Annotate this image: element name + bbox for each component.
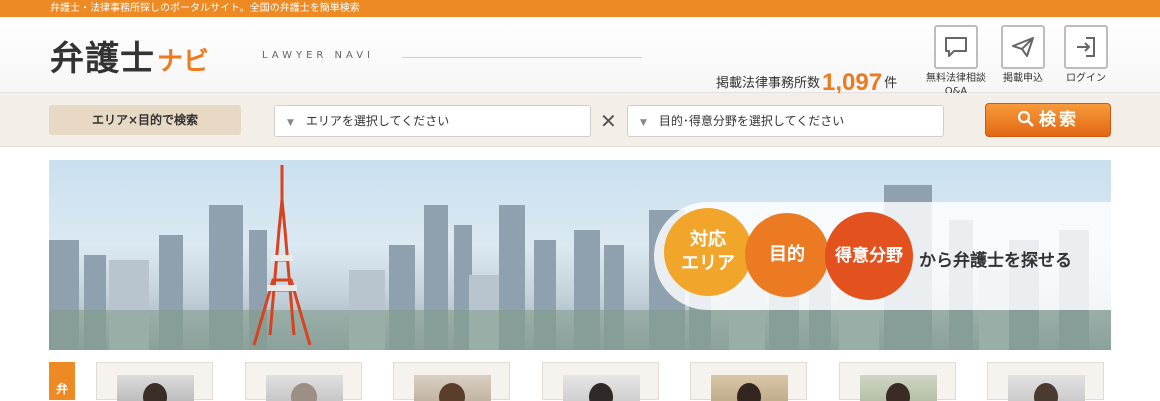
lawyer-card[interactable] (393, 362, 510, 401)
logo-accent-text: ナビ (157, 47, 210, 77)
count-prefix: 掲載法律事務所数 (716, 76, 821, 91)
lawyer-card[interactable] (839, 362, 956, 401)
listing-apply-button[interactable]: 掲載申込 (991, 25, 1055, 85)
circle-area: 対応 エリア (664, 208, 752, 296)
search-bar: エリア×目的で検索 ▼ エリアを選択してください ✕ ▼ 目的･得意分野を選択してく… (0, 93, 1160, 147)
lawyer-card[interactable] (96, 362, 213, 401)
listing-apply-label: 掲載申込 (1003, 73, 1043, 84)
logo-subtitle: LAWYER NAVI (262, 50, 375, 61)
lawyer-card[interactable] (542, 362, 659, 401)
lawyer-photo (711, 375, 788, 401)
lawyer-card[interactable] (690, 362, 807, 401)
area-select-placeholder: エリアを選択してください (305, 114, 450, 128)
lawyer-photo (1008, 375, 1085, 401)
free-consult-qa-button[interactable]: 無料法律相談 Q&A (924, 25, 988, 98)
lawyers-section-tag: 弁 (49, 362, 75, 400)
hero-banner: 対応 エリア 目的 得意分野 から弁護士を探せる (49, 160, 1111, 350)
count-suffix: 件 (884, 76, 898, 91)
purpose-select-placeholder: 目的･得意分野を選択してください (658, 114, 845, 128)
site-logo[interactable]: 弁護士ナビ (50, 31, 209, 80)
site-tagline: 弁護士・法律事務所探しのポータルサイト。全国の弁護士を簡単検索 (50, 3, 360, 14)
lawyer-photo (563, 375, 640, 401)
logo-main-text: 弁護士 (50, 39, 155, 79)
hero-tagline: から弁護士を探せる (919, 251, 1072, 271)
dropdown-triangle-icon: ▼ (640, 118, 647, 128)
search-button-label: 検索 (1039, 110, 1079, 130)
lawyer-photo (860, 375, 937, 401)
login-label: ログイン (1066, 73, 1106, 84)
circle-area-line2: エリア (681, 253, 735, 274)
login-icon (1064, 25, 1108, 69)
lawyer-card[interactable] (987, 362, 1104, 401)
paper-plane-icon (1001, 25, 1045, 69)
login-button[interactable]: ログイン (1054, 25, 1118, 85)
dropdown-triangle-icon: ▼ (287, 118, 294, 128)
circle-purpose: 目的 (745, 213, 829, 297)
area-select[interactable]: ▼ エリアを選択してください (274, 105, 591, 137)
lawyer-photo (266, 375, 343, 401)
chat-bubble-icon (934, 25, 978, 69)
cross-icon: ✕ (600, 109, 617, 133)
search-button[interactable]: 検索 (985, 103, 1111, 137)
circle-specialty-label: 得意分野 (835, 246, 903, 266)
circle-area-line1: 対応 (690, 229, 726, 250)
lawyer-photo (414, 375, 491, 401)
logo-divider (402, 57, 642, 58)
circle-purpose-label: 目的 (769, 244, 805, 265)
magnifier-icon (1017, 110, 1034, 127)
circle-specialty: 得意分野 (825, 212, 913, 300)
purpose-select[interactable]: ▼ 目的･得意分野を選択してください (627, 105, 944, 137)
lawyer-photo (117, 375, 194, 401)
search-mode-label: エリア×目的で検索 (49, 105, 241, 135)
site-header: 弁護士ナビ LAWYER NAVI 掲載法律事務所数1,097 件 無料法律相談 … (0, 17, 1160, 97)
site-tagline-bar: 弁護士・法律事務所探しのポータルサイト。全国の弁護士を簡単検索 (0, 0, 1160, 17)
lawyer-card[interactable] (245, 362, 362, 401)
count-value: 1,097 (822, 69, 883, 96)
